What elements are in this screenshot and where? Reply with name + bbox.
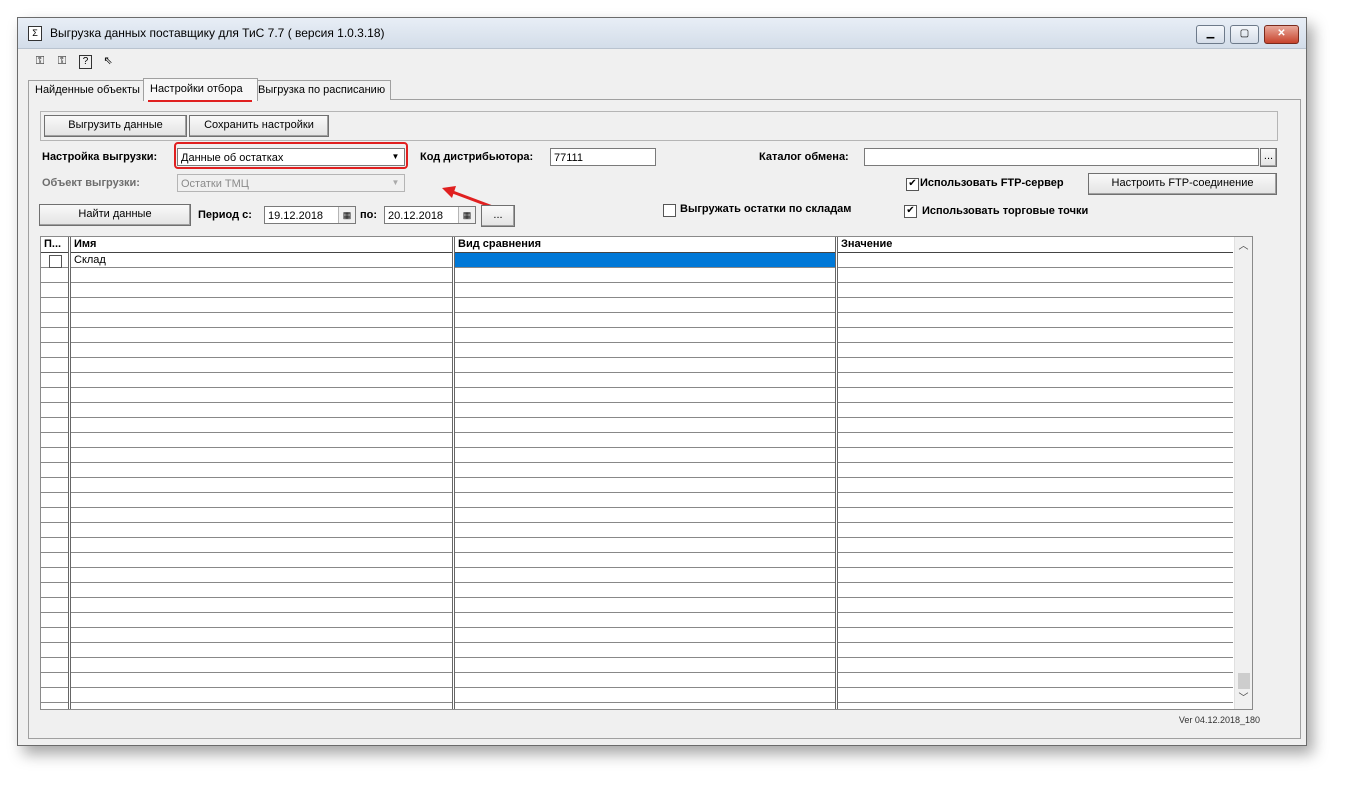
table-row[interactable] xyxy=(41,403,1233,418)
grid-divider xyxy=(452,237,455,709)
table-row[interactable] xyxy=(41,493,1233,508)
scroll-up-icon[interactable]: ︿ xyxy=(1235,239,1252,255)
maximize-icon[interactable]: ▢ xyxy=(1230,25,1259,44)
column-header-name[interactable]: Имя xyxy=(71,237,452,252)
context-help-icon[interactable]: ⇖ xyxy=(100,53,116,69)
period-from-input[interactable]: 19.12.2018 ▦ xyxy=(264,206,356,224)
table-row[interactable] xyxy=(41,448,1233,463)
exchange-catalog-label: Каталог обмена: xyxy=(759,151,849,163)
tab-found-objects[interactable]: Найденные объекты xyxy=(28,80,144,100)
table-row[interactable] xyxy=(41,478,1233,493)
tab-label: Найденные объекты xyxy=(35,84,140,96)
connect-icon[interactable]: ⚿ xyxy=(32,53,48,69)
table-row[interactable] xyxy=(41,613,1233,628)
export-data-button[interactable]: Выгрузить данные xyxy=(44,115,187,137)
tab-label: Настройки отбора xyxy=(150,83,243,95)
export-by-warehouse-checkbox[interactable] xyxy=(663,204,676,217)
help-icon[interactable]: ? xyxy=(79,55,92,69)
version-label: Ver 04.12.2018_180 xyxy=(1178,715,1260,725)
more-button[interactable]: ... xyxy=(481,205,515,227)
browse-catalog-button[interactable]: ... xyxy=(1260,148,1277,167)
row-name-cell[interactable]: Склад xyxy=(74,253,106,267)
table-row[interactable] xyxy=(41,433,1233,448)
grid-divider xyxy=(835,237,838,709)
table-row[interactable] xyxy=(41,673,1233,688)
app-icon: Σ xyxy=(28,26,42,41)
scroll-down-icon[interactable]: ﹀ xyxy=(1235,691,1252,707)
table-row[interactable] xyxy=(41,508,1233,523)
calendar-icon[interactable]: ▦ xyxy=(338,207,355,223)
distributor-code-label: Код дистрибьютора: xyxy=(420,151,534,163)
close-icon[interactable]: ✕ xyxy=(1264,25,1299,44)
tab-filter-settings[interactable]: Настройки отбора xyxy=(143,78,258,101)
column-header-value[interactable]: Значение xyxy=(838,237,1233,252)
table-row[interactable] xyxy=(41,328,1233,343)
table-row[interactable] xyxy=(41,553,1233,568)
table-row[interactable] xyxy=(41,313,1233,328)
grid-divider xyxy=(68,237,71,709)
use-ftp-label[interactable]: Использовать FTP-сервер xyxy=(920,177,1064,189)
distributor-code-input[interactable]: 77111 xyxy=(550,148,656,166)
disconnect-icon[interactable]: ⚿ xyxy=(54,53,70,69)
table-row[interactable]: Склад xyxy=(41,253,1233,268)
table-row[interactable] xyxy=(41,358,1233,373)
grid-header: П... Имя Вид сравнения Значение xyxy=(41,237,1233,253)
table-row[interactable] xyxy=(41,538,1233,553)
period-to-label: по: xyxy=(360,209,378,221)
table-row[interactable] xyxy=(41,628,1233,643)
period-from-value: 19.12.2018 xyxy=(268,210,324,222)
table-row[interactable] xyxy=(41,418,1233,433)
ftp-setup-button[interactable]: Настроить FTP-соединение xyxy=(1088,173,1277,195)
active-tab-underline xyxy=(148,100,252,102)
period-to-input[interactable]: 20.12.2018 ▦ xyxy=(384,206,476,224)
exchange-catalog-input[interactable] xyxy=(864,148,1259,166)
tab-schedule-export[interactable]: Выгрузка по расписанию xyxy=(251,80,391,100)
row-checkbox[interactable] xyxy=(49,255,62,268)
export-by-warehouse-label[interactable]: Выгружать остатки по складам xyxy=(680,203,851,215)
title-bar: Σ Выгрузка данных поставщику для ТиС 7.7… xyxy=(18,18,1306,49)
table-row[interactable] xyxy=(41,568,1233,583)
calendar-icon[interactable]: ▦ xyxy=(458,207,475,223)
table-row[interactable] xyxy=(41,643,1233,658)
tab-label: Выгрузка по расписанию xyxy=(258,84,386,96)
table-row[interactable] xyxy=(41,283,1233,298)
save-settings-button[interactable]: Сохранить настройки xyxy=(189,115,329,137)
use-outlets-label[interactable]: Использовать торговые точки xyxy=(922,205,1088,217)
highlight-box xyxy=(174,142,408,169)
use-outlets-checkbox[interactable]: ✔ xyxy=(904,205,917,218)
column-header-check[interactable]: П... xyxy=(41,237,68,252)
row-compare-cell[interactable] xyxy=(455,253,835,267)
minimize-icon[interactable]: ▁ xyxy=(1196,25,1225,44)
table-row[interactable] xyxy=(41,298,1233,313)
column-header-compare[interactable]: Вид сравнения xyxy=(455,237,835,252)
period-to-value: 20.12.2018 xyxy=(388,210,444,222)
table-row[interactable] xyxy=(41,598,1233,613)
toolbar: ⚿ ⚿ ? ⇖ xyxy=(18,49,1306,73)
export-object-value: Остатки ТМЦ xyxy=(181,178,249,190)
table-row[interactable] xyxy=(41,688,1233,703)
scroll-thumb[interactable] xyxy=(1238,673,1250,689)
table-row[interactable] xyxy=(41,388,1233,403)
filter-grid[interactable]: П... Имя Вид сравнения Значение Склад ︿ … xyxy=(40,236,1253,710)
table-row[interactable] xyxy=(41,583,1233,598)
use-ftp-checkbox[interactable]: ✔ xyxy=(906,178,919,191)
table-row[interactable] xyxy=(41,373,1233,388)
table-row[interactable] xyxy=(41,268,1233,283)
grid-vertical-scrollbar[interactable]: ︿ ﹀ xyxy=(1234,237,1252,709)
main-window: Σ Выгрузка данных поставщику для ТиС 7.7… xyxy=(17,17,1307,746)
table-row[interactable] xyxy=(41,523,1233,538)
table-row[interactable] xyxy=(41,343,1233,358)
export-setting-label: Настройка выгрузки: xyxy=(42,151,158,163)
dropdown-arrow-icon: ▼ xyxy=(391,178,400,187)
action-group: Выгрузить данные Сохранить настройки xyxy=(40,111,1278,141)
window-title: Выгрузка данных поставщику для ТиС 7.7 (… xyxy=(50,26,385,40)
export-object-label: Объект выгрузки: xyxy=(42,177,140,189)
period-from-label: Период с: xyxy=(198,209,252,221)
table-row[interactable] xyxy=(41,463,1233,478)
find-data-button[interactable]: Найти данные xyxy=(39,204,191,226)
export-object-select[interactable]: Остатки ТМЦ ▼ xyxy=(177,174,405,192)
table-row[interactable] xyxy=(41,658,1233,673)
